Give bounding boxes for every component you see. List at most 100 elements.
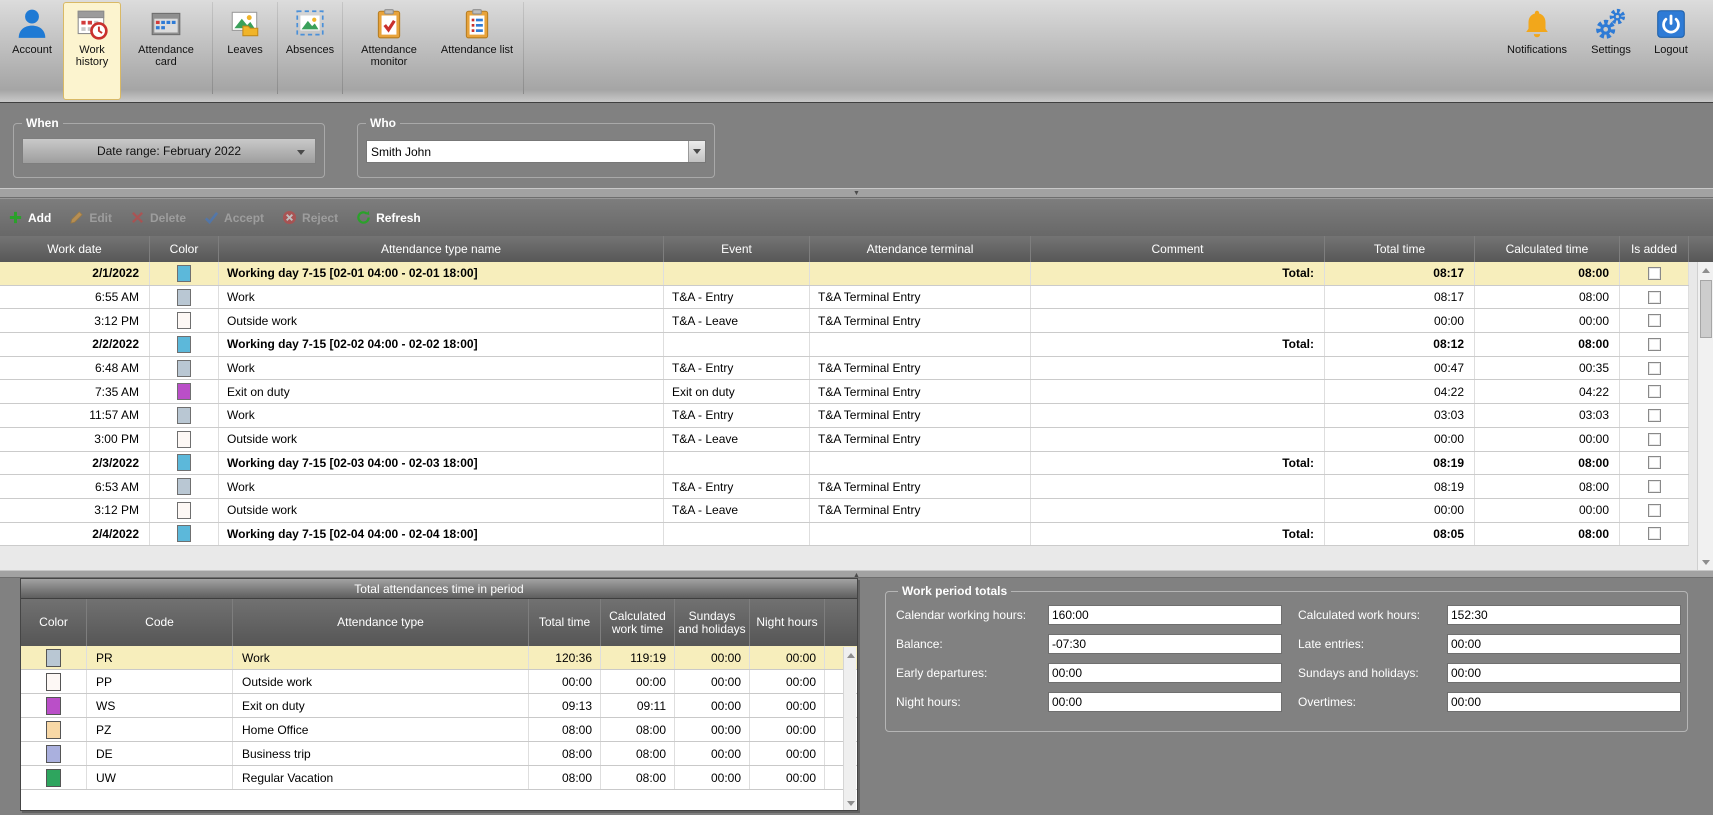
column-header-attendance-type-name[interactable]: Attendance type name bbox=[219, 236, 664, 262]
reject-button[interactable]: Reject bbox=[282, 210, 338, 225]
attendance-row[interactable]: 6:48 AMWorkT&A - EntryT&A Terminal Entry… bbox=[0, 357, 1689, 381]
is-added-checkbox[interactable] bbox=[1648, 267, 1661, 280]
attendance-row[interactable]: 6:55 AMWorkT&A - EntryT&A Terminal Entry… bbox=[0, 286, 1689, 310]
totals-input-sundays-and-holidays[interactable] bbox=[1447, 663, 1681, 683]
summary-row[interactable]: UWRegular Vacation08:0008:0000:0000:00 bbox=[21, 766, 857, 790]
reject-button-label: Reject bbox=[302, 211, 338, 225]
is-added-checkbox[interactable] bbox=[1648, 456, 1661, 469]
toolbar-button-absences[interactable]: Absences bbox=[281, 2, 339, 100]
scrollbar-thumb[interactable] bbox=[1700, 280, 1712, 338]
totals-input-late-entries[interactable] bbox=[1447, 634, 1681, 654]
column-header-color[interactable]: Color bbox=[150, 236, 219, 262]
day-summary-row[interactable]: 2/4/2022Working day 7-15 [02-04 04:00 - … bbox=[0, 523, 1689, 547]
accept-button[interactable]: Accept bbox=[204, 210, 264, 225]
summary-column-header-calculated-work-time[interactable]: Calculated work time bbox=[601, 599, 675, 646]
is-added-cell bbox=[1620, 309, 1689, 332]
attendance-row[interactable]: 3:00 PMOutside workT&A - LeaveT&A Termin… bbox=[0, 428, 1689, 452]
day-summary-row[interactable]: 2/3/2022Working day 7-15 [02-03 04:00 - … bbox=[0, 452, 1689, 476]
attendance-row[interactable]: 3:12 PMOutside workT&A - LeaveT&A Termin… bbox=[0, 499, 1689, 523]
column-header-work-date[interactable]: Work date bbox=[0, 236, 150, 262]
event-cell: T&A - Entry bbox=[664, 286, 810, 309]
day-summary-row[interactable]: 2/1/2022Working day 7-15 [02-01 04:00 - … bbox=[0, 262, 1689, 286]
column-header-event[interactable]: Event bbox=[664, 236, 810, 262]
summary-row[interactable]: PPOutside work00:0000:0000:0000:00 bbox=[21, 670, 857, 694]
totals-input-calculated-work-hours[interactable] bbox=[1447, 605, 1681, 625]
horizontal-splitter-top[interactable]: ▼ bbox=[0, 188, 1713, 198]
totals-input-overtimes[interactable] bbox=[1447, 692, 1681, 712]
scroll-up-arrow[interactable] bbox=[1698, 262, 1713, 278]
combobox-dropdown-button[interactable] bbox=[688, 141, 705, 162]
column-header-comment[interactable]: Comment bbox=[1031, 236, 1325, 262]
summary-row[interactable]: WSExit on duty09:1309:1100:0000:00 bbox=[21, 694, 857, 718]
work-period-totals-group: Work period totals Calendar working hour… bbox=[885, 584, 1688, 732]
column-header-calculated-time[interactable]: Calculated time bbox=[1475, 236, 1620, 262]
is-added-checkbox[interactable] bbox=[1648, 433, 1661, 446]
attendance-row[interactable]: 3:12 PMOutside workT&A - LeaveT&A Termin… bbox=[0, 309, 1689, 333]
summary-row[interactable]: PZHome Office08:0008:0000:0000:00 bbox=[21, 718, 857, 742]
is-added-checkbox[interactable] bbox=[1648, 409, 1661, 422]
toolbar-button-leaves[interactable]: Leaves bbox=[216, 2, 274, 100]
calculated-work-time-cell: 08:00 bbox=[601, 766, 675, 789]
calculated-time-cell: 08:00 bbox=[1475, 333, 1620, 356]
summary-column-header-code[interactable]: Code bbox=[87, 599, 233, 646]
scroll-down-arrow[interactable] bbox=[844, 795, 857, 811]
is-added-checkbox[interactable] bbox=[1648, 314, 1661, 327]
column-header-attendance-terminal[interactable]: Attendance terminal bbox=[810, 236, 1031, 262]
summary-column-header-color[interactable]: Color bbox=[21, 599, 87, 646]
employee-combobox[interactable]: Smith John bbox=[366, 140, 706, 163]
totals-input-balance[interactable] bbox=[1048, 634, 1282, 654]
column-header-is-added[interactable]: Is added bbox=[1620, 236, 1689, 262]
toolbar-separator bbox=[212, 2, 213, 94]
scroll-down-arrow[interactable] bbox=[1698, 554, 1713, 570]
sundays-holidays-cell: 00:00 bbox=[675, 766, 750, 789]
date-range-dropdown[interactable]: Date range: February 2022 bbox=[22, 138, 316, 164]
attendance-type-cell: Outside work bbox=[219, 309, 664, 332]
toolbar-button-account[interactable]: Account bbox=[3, 2, 61, 100]
edit-button[interactable]: Edit bbox=[69, 210, 112, 225]
toolbar-button-work-history[interactable]: Work history bbox=[63, 2, 121, 100]
clipboard-list-icon bbox=[460, 7, 494, 41]
toolbar-button-logout[interactable]: Logout bbox=[1642, 2, 1700, 100]
toolbar-button-attendance-list[interactable]: Attendance list bbox=[434, 2, 520, 100]
attendance-row[interactable]: 6:53 AMWorkT&A - EntryT&A Terminal Entry… bbox=[0, 475, 1689, 499]
summary-column-header-sundays-and-holidays[interactable]: Sundays and holidays bbox=[675, 599, 750, 646]
summary-column-header-attendance-type[interactable]: Attendance type bbox=[233, 599, 529, 646]
toolbar-button-settings[interactable]: Settings bbox=[1582, 2, 1640, 100]
toolbar-button-label: Settings bbox=[1591, 44, 1631, 56]
day-summary-row[interactable]: 2/2/2022Working day 7-15 [02-02 04:00 - … bbox=[0, 333, 1689, 357]
is-added-checkbox[interactable] bbox=[1648, 480, 1661, 493]
splitter-handle-icon[interactable]: ▼ bbox=[850, 190, 863, 197]
bell-icon bbox=[1520, 7, 1554, 41]
summary-row[interactable]: DEBusiness trip08:0008:0000:0000:00 bbox=[21, 742, 857, 766]
column-header-total-time[interactable]: Total time bbox=[1325, 236, 1475, 262]
totals-input-early-departures[interactable] bbox=[1048, 663, 1282, 683]
summary-vertical-scrollbar[interactable] bbox=[843, 647, 856, 811]
power-icon bbox=[1654, 7, 1688, 41]
is-added-cell bbox=[1620, 452, 1689, 475]
vertical-scrollbar[interactable] bbox=[1697, 262, 1713, 570]
summary-row[interactable]: PRWork120:36119:1900:0000:00 bbox=[21, 646, 857, 670]
refresh-button[interactable]: Refresh bbox=[356, 210, 421, 225]
code-cell: PP bbox=[87, 670, 233, 693]
summary-column-header-night-hours[interactable]: Night hours bbox=[750, 599, 825, 646]
add-button[interactable]: Add bbox=[8, 210, 51, 225]
refresh-icon bbox=[356, 210, 371, 225]
totals-input-calendar-working-hours[interactable] bbox=[1048, 605, 1282, 625]
is-added-checkbox[interactable] bbox=[1648, 527, 1661, 540]
attendance-row[interactable]: 7:35 AMExit on dutyExit on dutyT&A Termi… bbox=[0, 380, 1689, 404]
is-added-cell bbox=[1620, 428, 1689, 451]
is-added-checkbox[interactable] bbox=[1648, 291, 1661, 304]
is-added-checkbox[interactable] bbox=[1648, 385, 1661, 398]
attendance-row[interactable]: 11:57 AMWorkT&A - EntryT&A Terminal Entr… bbox=[0, 404, 1689, 428]
delete-button[interactable]: Delete bbox=[130, 210, 186, 225]
totals-input-night-hours[interactable] bbox=[1048, 692, 1282, 712]
horizontal-splitter-bottom[interactable]: ▲ bbox=[0, 570, 1713, 578]
toolbar-button-attendance-card[interactable]: Attendance card bbox=[123, 2, 209, 100]
summary-column-header-total-time[interactable]: Total time bbox=[529, 599, 601, 646]
is-added-checkbox[interactable] bbox=[1648, 338, 1661, 351]
toolbar-button-notifications[interactable]: Notifications bbox=[1494, 2, 1580, 100]
scroll-up-arrow[interactable] bbox=[844, 647, 857, 663]
is-added-checkbox[interactable] bbox=[1648, 362, 1661, 375]
toolbar-button-attendance-monitor[interactable]: Attendance monitor bbox=[346, 2, 432, 100]
is-added-checkbox[interactable] bbox=[1648, 504, 1661, 517]
